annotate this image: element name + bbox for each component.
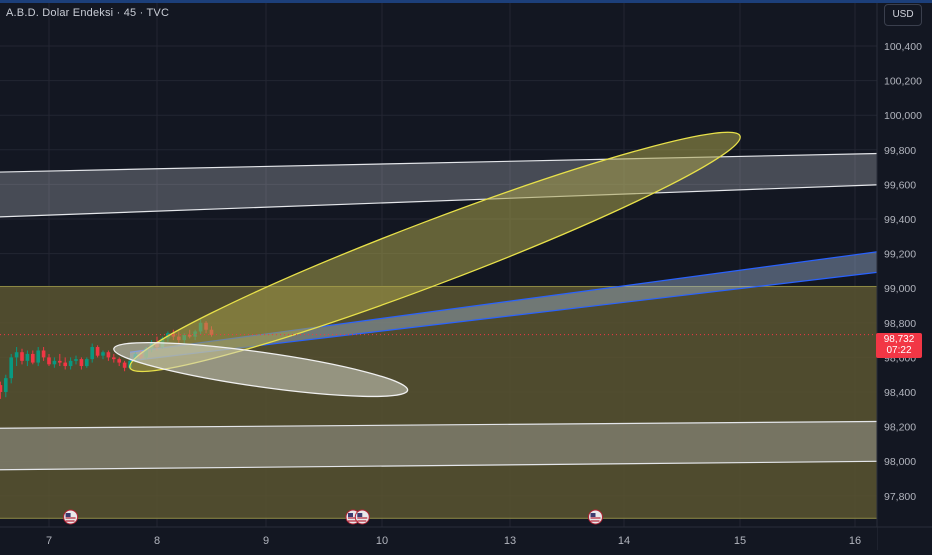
time-tick-label: 7 <box>46 535 52 547</box>
candle-body <box>79 359 84 367</box>
price-tick-label: 98,800 <box>884 318 916 330</box>
time-axis[interactable]: 7 8 9 10 13 14 15 16 <box>0 526 932 550</box>
candle-body <box>20 352 24 361</box>
time-tick-label: 15 <box>734 535 746 547</box>
candle-body <box>31 353 35 363</box>
candle-body <box>41 350 46 358</box>
last-price-value: 98,732 <box>883 334 915 345</box>
candle-body <box>25 353 30 361</box>
bar-countdown: 07:22 <box>886 345 912 356</box>
price-tick-label: 100,000 <box>884 110 922 122</box>
flag-canton <box>590 513 596 517</box>
price-chart[interactable]: 100,400 100,200 100,000 99,800 99,600 99,400 9… <box>0 0 932 550</box>
candle-body <box>4 378 8 392</box>
price-tick-label: 99,200 <box>884 249 916 261</box>
candle-body <box>14 352 19 358</box>
candle-body <box>106 352 111 358</box>
candle-body <box>0 385 3 392</box>
candle-body <box>58 360 62 363</box>
price-tick-label: 99,000 <box>884 283 916 295</box>
price-axis[interactable]: 100,400 100,200 100,000 99,800 99,600 99,400 9… <box>876 0 932 550</box>
time-tick-label: 16 <box>849 535 861 547</box>
candle-body <box>52 360 57 365</box>
top-accent-bar <box>0 0 932 3</box>
chart-area[interactable]: 100,400 100,200 100,000 99,800 99,600 99,400 9… <box>0 0 932 550</box>
price-tick-label: 100,200 <box>884 76 922 88</box>
price-tick-label: 98,000 <box>884 456 916 468</box>
price-tick-label: 98,400 <box>884 387 916 399</box>
flag-canton <box>65 513 71 517</box>
chart-title: A.B.D. Dolar Endeksi · 45 · TVC <box>6 7 170 19</box>
candle-body <box>117 359 121 363</box>
time-tick-label: 13 <box>504 535 516 547</box>
candle-body <box>63 362 67 367</box>
candle-body <box>36 350 40 363</box>
candle-body <box>95 347 100 356</box>
candle-body <box>90 347 94 360</box>
candle-body <box>85 359 89 367</box>
price-tick-label: 98,200 <box>884 422 916 434</box>
price-tick-label: 99,600 <box>884 179 916 191</box>
candle-body <box>122 362 127 368</box>
candle-body <box>74 359 78 361</box>
candle-body <box>68 360 73 367</box>
flag-canton <box>357 513 363 517</box>
time-tick-label: 9 <box>263 535 269 547</box>
time-tick-label: 8 <box>154 535 160 547</box>
price-tick-label: 99,400 <box>884 214 916 226</box>
last-price-tag: 98,732 07:22 <box>876 333 922 358</box>
time-tick-label: 10 <box>376 535 388 547</box>
currency-button[interactable]: USD <box>884 4 922 26</box>
price-tick-label: 100,400 <box>884 41 922 53</box>
price-tick-label: 99,800 <box>884 145 916 157</box>
price-tick-label: 97,800 <box>884 491 916 503</box>
candle-body <box>101 352 105 356</box>
candle-body <box>112 357 116 360</box>
candle-body <box>47 357 51 365</box>
flag-canton <box>348 513 353 517</box>
candle-body <box>9 357 13 379</box>
time-tick-label: 14 <box>618 535 630 547</box>
